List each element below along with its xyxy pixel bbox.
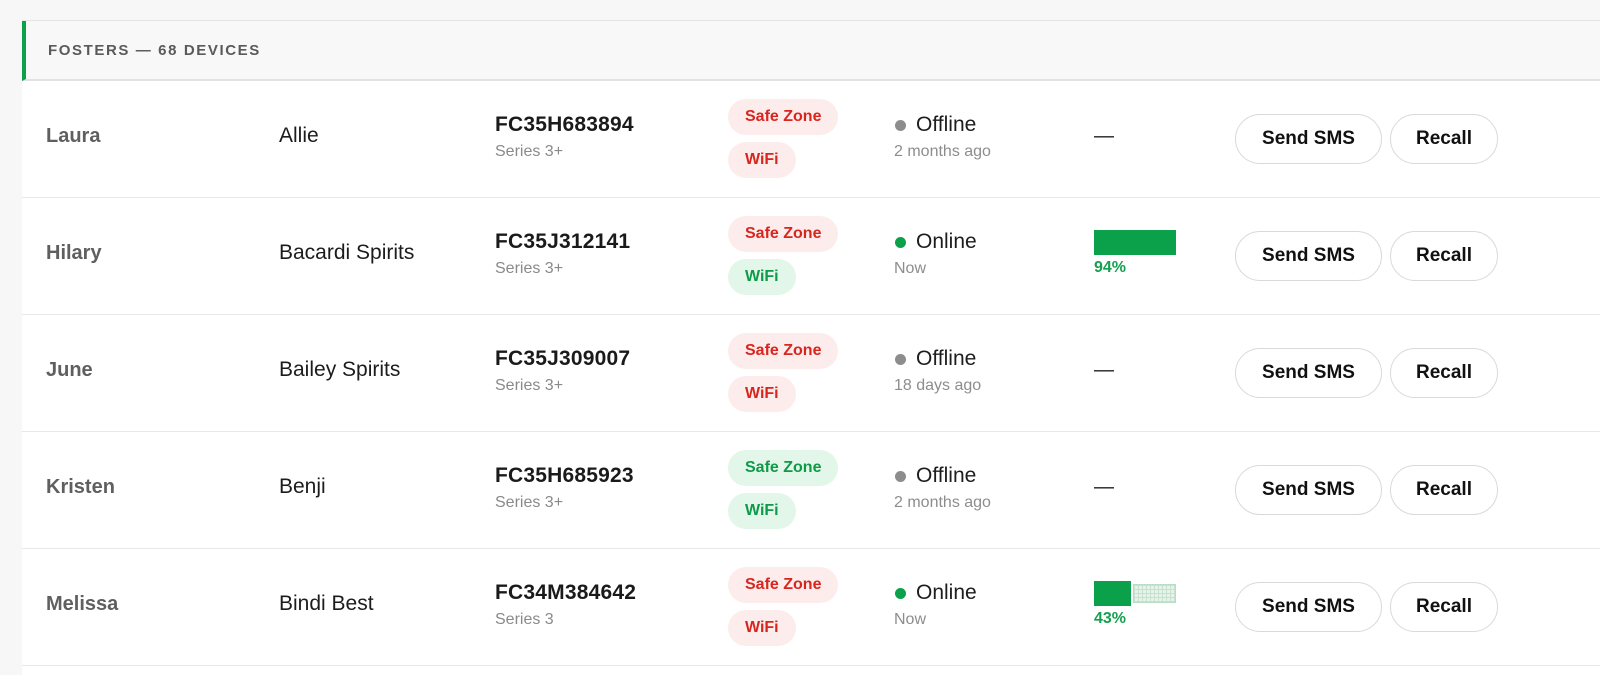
battery-indicator: 43%	[1094, 581, 1181, 628]
fosters-panel: FOSTERS — 68 DEVICES Laura Allie FC35H68…	[22, 20, 1600, 675]
foster-name: Kristen	[46, 476, 115, 498]
battery-fill	[1094, 230, 1176, 255]
device-row: Hilary Bacardi Spirits FC35J312141 Serie…	[22, 198, 1600, 315]
device-id[interactable]: FC35J312141	[495, 230, 630, 254]
device-id[interactable]: FC34M384642	[495, 581, 636, 605]
device-list: Laura Allie FC35H683894 Series 3+ Safe Z…	[22, 81, 1600, 666]
dog-name[interactable]: Benji	[279, 475, 326, 499]
foster-name: Melissa	[46, 593, 119, 615]
wifi-badge: WiFi	[728, 610, 796, 646]
device-info: FC35J309007 Series 3+	[495, 347, 630, 395]
send-sms-button[interactable]: Send SMS	[1235, 348, 1382, 398]
recall-button[interactable]: Recall	[1390, 582, 1498, 632]
status-dot-icon	[895, 119, 906, 131]
device-series: Series 3	[495, 611, 554, 628]
wifi-badge: WiFi	[728, 493, 796, 529]
foster-name: Hilary	[46, 242, 102, 264]
device-row: Kristen Benji FC35H685923 Series 3+ Safe…	[22, 432, 1600, 549]
section-title: FOSTERS — 68 DEVICES	[48, 41, 261, 59]
device-id[interactable]: FC35J309007	[495, 347, 630, 371]
device-row: Melissa Bindi Best FC34M384642 Series 3 …	[22, 549, 1600, 666]
device-series: Series 3+	[495, 494, 564, 511]
battery-bar	[1094, 230, 1181, 255]
status-dot-icon	[895, 236, 906, 248]
connection-status: Online Now	[894, 581, 977, 629]
recall-button[interactable]: Recall	[1390, 231, 1498, 281]
dog-name[interactable]: Bindi Best	[279, 592, 374, 616]
safe-zone-badge: Safe Zone	[728, 99, 839, 135]
battery-remaining	[1133, 584, 1176, 603]
status-dot-icon	[895, 470, 906, 482]
foster-name: June	[46, 359, 93, 381]
safe-zone-badge: Safe Zone	[728, 450, 839, 486]
battery-empty-dash: —	[1094, 476, 1114, 498]
send-sms-button[interactable]: Send SMS	[1235, 465, 1382, 515]
status-text: Offline	[916, 113, 977, 136]
connection-status: Online Now	[894, 230, 977, 278]
dog-name[interactable]: Bailey Spirits	[279, 358, 400, 382]
battery-percent: 94%	[1094, 259, 1127, 276]
status-pills: Safe Zone WiFi	[728, 216, 868, 295]
safe-zone-badge: Safe Zone	[728, 216, 839, 252]
status-text: Offline	[916, 347, 977, 370]
section-header: FOSTERS — 68 DEVICES	[22, 21, 1600, 81]
last-seen: 18 days ago	[894, 377, 982, 394]
battery-bar	[1094, 581, 1181, 606]
status-text: Offline	[916, 464, 977, 487]
device-series: Series 3+	[495, 143, 564, 160]
safe-zone-badge: Safe Zone	[728, 333, 839, 369]
connection-status: Offline 2 months ago	[894, 464, 991, 512]
device-info: FC35H685923 Series 3+	[495, 464, 634, 512]
last-seen: Now	[894, 611, 927, 628]
last-seen: Now	[894, 260, 927, 277]
wifi-badge: WiFi	[728, 376, 796, 412]
status-dot-icon	[895, 353, 906, 365]
last-seen: 2 months ago	[894, 143, 991, 160]
safe-zone-badge: Safe Zone	[728, 567, 839, 603]
recall-button[interactable]: Recall	[1390, 114, 1498, 164]
wifi-badge: WiFi	[728, 259, 796, 295]
last-seen: 2 months ago	[894, 494, 991, 511]
send-sms-button[interactable]: Send SMS	[1235, 114, 1382, 164]
device-info: FC34M384642 Series 3	[495, 581, 636, 629]
send-sms-button[interactable]: Send SMS	[1235, 231, 1382, 281]
status-text: Online	[916, 581, 977, 604]
device-row: June Bailey Spirits FC35J309007 Series 3…	[22, 315, 1600, 432]
device-id[interactable]: FC35H683894	[495, 113, 634, 137]
battery-fill	[1094, 581, 1131, 606]
battery-percent: 43%	[1094, 610, 1127, 627]
recall-button[interactable]: Recall	[1390, 348, 1498, 398]
device-row: Laura Allie FC35H683894 Series 3+ Safe Z…	[22, 81, 1600, 198]
status-dot-icon	[895, 587, 906, 599]
send-sms-button[interactable]: Send SMS	[1235, 582, 1382, 632]
status-pills: Safe Zone WiFi	[728, 99, 868, 178]
connection-status: Offline 18 days ago	[894, 347, 981, 395]
device-info: FC35J312141 Series 3+	[495, 230, 630, 278]
status-pills: Safe Zone WiFi	[728, 567, 868, 646]
battery-empty-dash: —	[1094, 125, 1114, 147]
device-series: Series 3+	[495, 260, 564, 277]
foster-name: Laura	[46, 125, 101, 147]
status-pills: Safe Zone WiFi	[728, 450, 868, 529]
battery-empty-dash: —	[1094, 359, 1114, 381]
battery-indicator: 94%	[1094, 230, 1181, 277]
wifi-badge: WiFi	[728, 142, 796, 178]
dog-name[interactable]: Bacardi Spirits	[279, 241, 414, 265]
device-info: FC35H683894 Series 3+	[495, 113, 634, 161]
status-pills: Safe Zone WiFi	[728, 333, 868, 412]
status-text: Online	[916, 230, 977, 253]
dog-name[interactable]: Allie	[279, 124, 319, 148]
connection-status: Offline 2 months ago	[894, 113, 991, 161]
device-id[interactable]: FC35H685923	[495, 464, 634, 488]
device-series: Series 3+	[495, 377, 564, 394]
recall-button[interactable]: Recall	[1390, 465, 1498, 515]
